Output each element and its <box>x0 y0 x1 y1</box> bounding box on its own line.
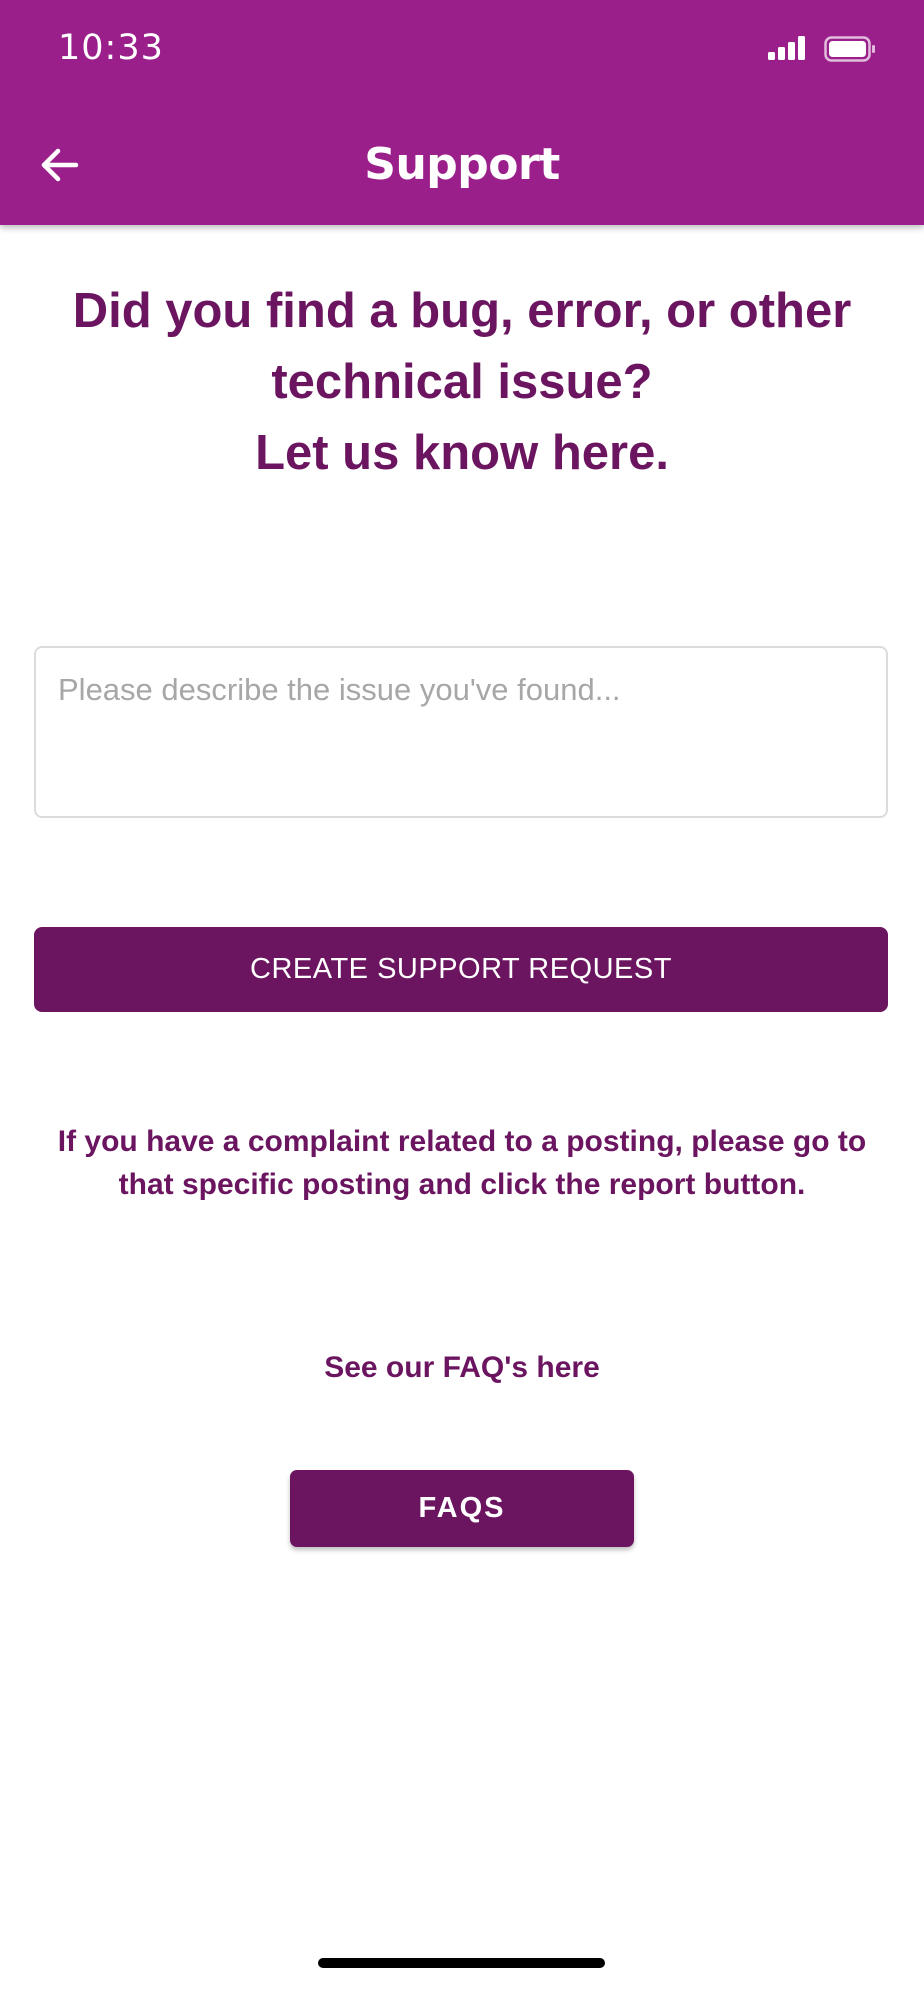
support-heading: Did you find a bug, error, or other tech… <box>30 276 894 489</box>
heading-line-3: Let us know here. <box>255 426 669 480</box>
status-time: 10:33 <box>58 28 164 68</box>
battery-icon <box>824 36 875 62</box>
app-header: 10:33 Support <box>0 0 924 225</box>
faq-caption: See our FAQ's here <box>324 1351 600 1384</box>
create-support-request-button[interactable]: CREATE SUPPORT REQUEST <box>34 927 888 1012</box>
faqs-button[interactable]: FAQS <box>290 1470 634 1547</box>
issue-description-input[interactable] <box>34 646 888 818</box>
home-indicator <box>318 1958 605 1968</box>
page-title: Support <box>364 139 560 190</box>
heading-line-2: technical issue? <box>271 355 653 409</box>
heading-line-1: Did you find a bug, error, or other <box>72 284 852 338</box>
complaint-info-text: If you have a complaint related to a pos… <box>57 1125 867 1201</box>
signal-icon <box>768 36 805 60</box>
